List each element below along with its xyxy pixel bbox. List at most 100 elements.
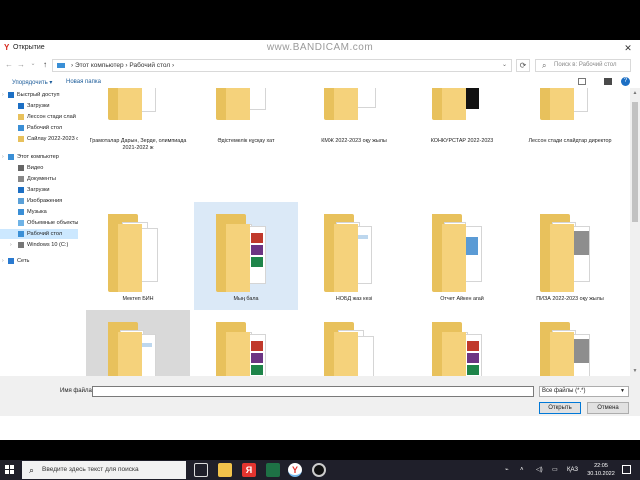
- folder-name: Мың бала: [233, 296, 259, 302]
- windows-start-icon[interactable]: [5, 465, 15, 475]
- folder-item[interactable]: Әдістемелік нұсқау хат: [194, 88, 298, 194]
- folder-icon: [216, 214, 276, 292]
- document-thumbnail: [140, 228, 158, 282]
- sidebar-item[interactable]: Сайлау 2022-2023 о: [0, 134, 78, 144]
- expand-chevron-icon[interactable]: ›: [10, 240, 12, 250]
- folder-item[interactable]: Сайлау 2022-2023 оқу жылы: [86, 310, 190, 376]
- folder-name: Грамоталар Дарын, Зерде, олимпиада 2021-…: [89, 138, 187, 151]
- up-arrow-icon[interactable]: ↑: [40, 60, 50, 69]
- history-chevron-icon[interactable]: ⌄: [502, 60, 507, 71]
- new-folder-button[interactable]: Новая папка: [66, 79, 101, 85]
- breadcrumb-this-pc[interactable]: Этот компьютер: [75, 62, 124, 69]
- sidebar-item-label: Лессон стади слай: [27, 114, 76, 120]
- sidebar-item[interactable]: Рабочий стол: [0, 123, 78, 133]
- sidebar-item[interactable]: Документы: [0, 174, 78, 184]
- folder-item[interactable]: Тулкабаева ДОТЖО: [518, 310, 622, 376]
- back-arrow-icon[interactable]: ←: [4, 60, 14, 69]
- task-view-icon[interactable]: [194, 463, 208, 477]
- expand-chevron-icon[interactable]: ›: [2, 90, 4, 100]
- folder-item[interactable]: КОНКУРСТАР 2022-2023: [410, 88, 514, 194]
- yandex-icon[interactable]: Я: [242, 463, 256, 477]
- folder-icon: [216, 322, 276, 376]
- taskbar-search-input[interactable]: ⌕ Введите здесь текст для поиска: [22, 461, 186, 479]
- record-icon[interactable]: [312, 463, 326, 477]
- sidebar-item-label: Документы: [27, 176, 56, 182]
- folder-item[interactable]: ПИЗА 2022-2023 оқу жылы: [518, 202, 622, 310]
- scroll-down-icon[interactable]: ▼: [630, 366, 640, 376]
- sidebar-item[interactable]: Рабочий стол: [0, 229, 78, 239]
- sidebar-item[interactable]: › Этот компьютер: [0, 152, 78, 162]
- forward-arrow-icon[interactable]: →: [16, 60, 26, 69]
- sidebar-item[interactable]: Объемные объекты: [0, 218, 78, 228]
- drive-icon: [18, 242, 24, 248]
- yandex-browser-icon[interactable]: Y: [288, 463, 302, 477]
- sidebar-item[interactable]: Музыка: [0, 207, 78, 217]
- excel-icon[interactable]: [266, 463, 280, 477]
- filetype-value: Все файлы (*.*): [542, 388, 586, 394]
- filetype-select[interactable]: Все файлы (*.*) ▼: [539, 386, 629, 397]
- file-explorer-icon[interactable]: [218, 463, 232, 477]
- folder-item[interactable]: СОР САУЛЕ: [302, 310, 406, 376]
- address-bar-row: ← → ⌄ ↑ › Этот компьютер › Рабочий стол …: [0, 57, 640, 73]
- cancel-button[interactable]: Отмена: [587, 402, 629, 414]
- open-button[interactable]: Открыть: [539, 402, 581, 414]
- refresh-button[interactable]: ⟳: [516, 59, 530, 72]
- filename-input[interactable]: [92, 386, 534, 397]
- folder-icon: [324, 88, 384, 120]
- network-icon: [8, 258, 14, 264]
- folder-item[interactable]: СОР, СОЧ 2022-2023 оқу жылы: [410, 310, 514, 376]
- clock-time: 22:05: [594, 463, 608, 469]
- network-tray-icon[interactable]: ⌁: [505, 460, 509, 480]
- clock[interactable]: 22:05 30.10.2022: [584, 462, 618, 478]
- breadcrumb-desktop[interactable]: Рабочий стол: [129, 62, 170, 69]
- folder-item[interactable]: Отчет Айкен агай: [410, 202, 514, 310]
- dialog-footer: Имя файла: Все файлы (*.*) ▼ Открыть Отм…: [0, 376, 640, 416]
- chevron-down-icon: ▼: [620, 388, 625, 394]
- recent-chevron-icon[interactable]: ⌄: [28, 60, 38, 67]
- folder-item[interactable]: НОБД жаз кезі: [302, 202, 406, 310]
- breadcrumb-separator: ›: [71, 62, 74, 69]
- sidebar-item[interactable]: › Быстрый доступ: [0, 90, 78, 100]
- search-placeholder: Поиск в: Рабочий стол: [554, 62, 617, 68]
- notifications-icon[interactable]: [622, 465, 631, 474]
- folder-icon: [540, 214, 600, 292]
- breadcrumb[interactable]: › Этот компьютер › Рабочий стол › ⌄: [52, 59, 512, 72]
- sidebar-item-label: Музыка: [27, 209, 47, 215]
- taskbar: ⌕ Введите здесь текст для поиска Я Y ⌁ ˄…: [0, 460, 640, 480]
- download-icon: [18, 187, 24, 193]
- battery-icon[interactable]: ▭: [552, 460, 558, 480]
- vertical-scrollbar[interactable]: ▲ ▼: [630, 88, 640, 376]
- folder-icon: [108, 322, 168, 376]
- preview-pane-icon[interactable]: [604, 78, 612, 85]
- sidebar-item[interactable]: Загрузки: [0, 185, 78, 195]
- sidebar-item[interactable]: Видео: [0, 163, 78, 173]
- folder-icon: [432, 88, 492, 120]
- sidebar-item[interactable]: › Сеть: [0, 256, 78, 266]
- volume-icon[interactable]: ◁): [536, 460, 543, 480]
- view-options-icon[interactable]: [578, 78, 586, 85]
- language-indicator[interactable]: ҚАЗ: [567, 460, 578, 480]
- folder-item[interactable]: Лессон стади слайдтар директор: [518, 88, 622, 194]
- organize-button[interactable]: Упорядочить ▾: [12, 79, 52, 86]
- expand-chevron-icon[interactable]: ›: [2, 152, 4, 162]
- sidebar-item-label: Загрузки: [27, 187, 50, 193]
- scroll-up-icon[interactable]: ▲: [630, 88, 640, 98]
- folder-item[interactable]: Грамоталар Дарын, Зерде, олимпиада 2021-…: [86, 88, 190, 194]
- sidebar-item[interactable]: › Windows 10 (C:): [0, 240, 78, 250]
- desktop-icon: [18, 231, 24, 237]
- expand-chevron-icon[interactable]: ›: [2, 256, 4, 266]
- scrollbar-thumb[interactable]: [632, 102, 638, 222]
- folder-item[interactable]: Мың бала: [194, 202, 298, 310]
- help-button[interactable]: ?: [621, 77, 630, 86]
- sidebar-item[interactable]: Лессон стади слай: [0, 112, 78, 122]
- folder-item[interactable]: Мектеп БИН: [86, 202, 190, 310]
- sidebar-item[interactable]: Загрузки: [0, 101, 78, 111]
- pictures-icon: [18, 198, 24, 204]
- sidebar-item-label: Сайлау 2022-2023 о: [27, 136, 78, 142]
- tray-chevron-icon[interactable]: ˄: [520, 460, 524, 480]
- sidebar-item-label: Объемные объекты: [27, 220, 78, 226]
- search-input[interactable]: ⌕ Поиск в: Рабочий стол: [535, 59, 631, 72]
- folder-item[interactable]: Сауле құжаттар: [194, 310, 298, 376]
- folder-item[interactable]: КМЖ 2022-2023 оқу жылы: [302, 88, 406, 194]
- sidebar-item[interactable]: Изображения: [0, 196, 78, 206]
